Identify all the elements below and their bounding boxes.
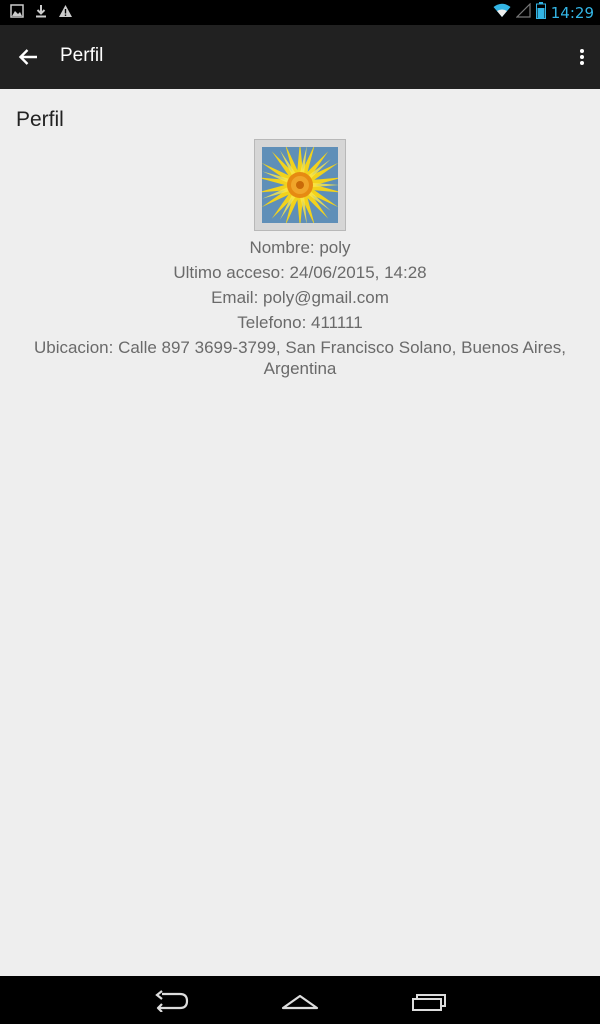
back-button[interactable] [14,43,42,71]
battery-icon [535,2,546,23]
profile-phone: Telefono: 411111 [237,313,363,332]
overflow-menu-button[interactable] [574,45,590,69]
nav-back-icon [155,990,189,1012]
nav-back-button[interactable] [147,986,197,1016]
nav-home-button[interactable] [275,986,325,1016]
profile-info: Nombre: poly Ultimo acceso: 24/06/2015, … [10,235,590,379]
notification-icons [10,4,73,21]
profile-content: Perfil Nombre: poly Ultimo acceso: 24/06… [0,89,600,976]
profile-email: Email: poly@gmail.com [211,288,389,307]
navigation-bar [0,976,600,1024]
status-bar: 14:29 [0,0,600,25]
nav-recents-icon [412,994,446,1011]
clock: 14:29 [550,3,594,22]
app-bar-title: Perfil [60,45,104,66]
profile-name: Nombre: poly [249,238,351,257]
image-icon [10,3,24,22]
profile-location: Ubicacion: Calle 897 3699-3799, San Fran… [33,338,567,378]
system-icons: 14:29 [493,2,594,23]
profile-last-access: Ultimo acceso: 24/06/2015, 14:28 [173,263,427,282]
nav-home-icon [281,994,319,1010]
overflow-menu-icon [580,49,584,53]
arrow-back-icon [18,49,37,65]
wifi-icon [493,3,511,22]
signal-icon [515,2,531,22]
nav-recents-button[interactable] [404,986,454,1016]
download-icon [34,3,48,22]
app-bar: Perfil [0,25,600,89]
avatar [254,139,346,231]
sunflower-avatar-image [262,147,338,223]
warning-icon [58,3,73,22]
section-title: Perfil [16,108,64,131]
